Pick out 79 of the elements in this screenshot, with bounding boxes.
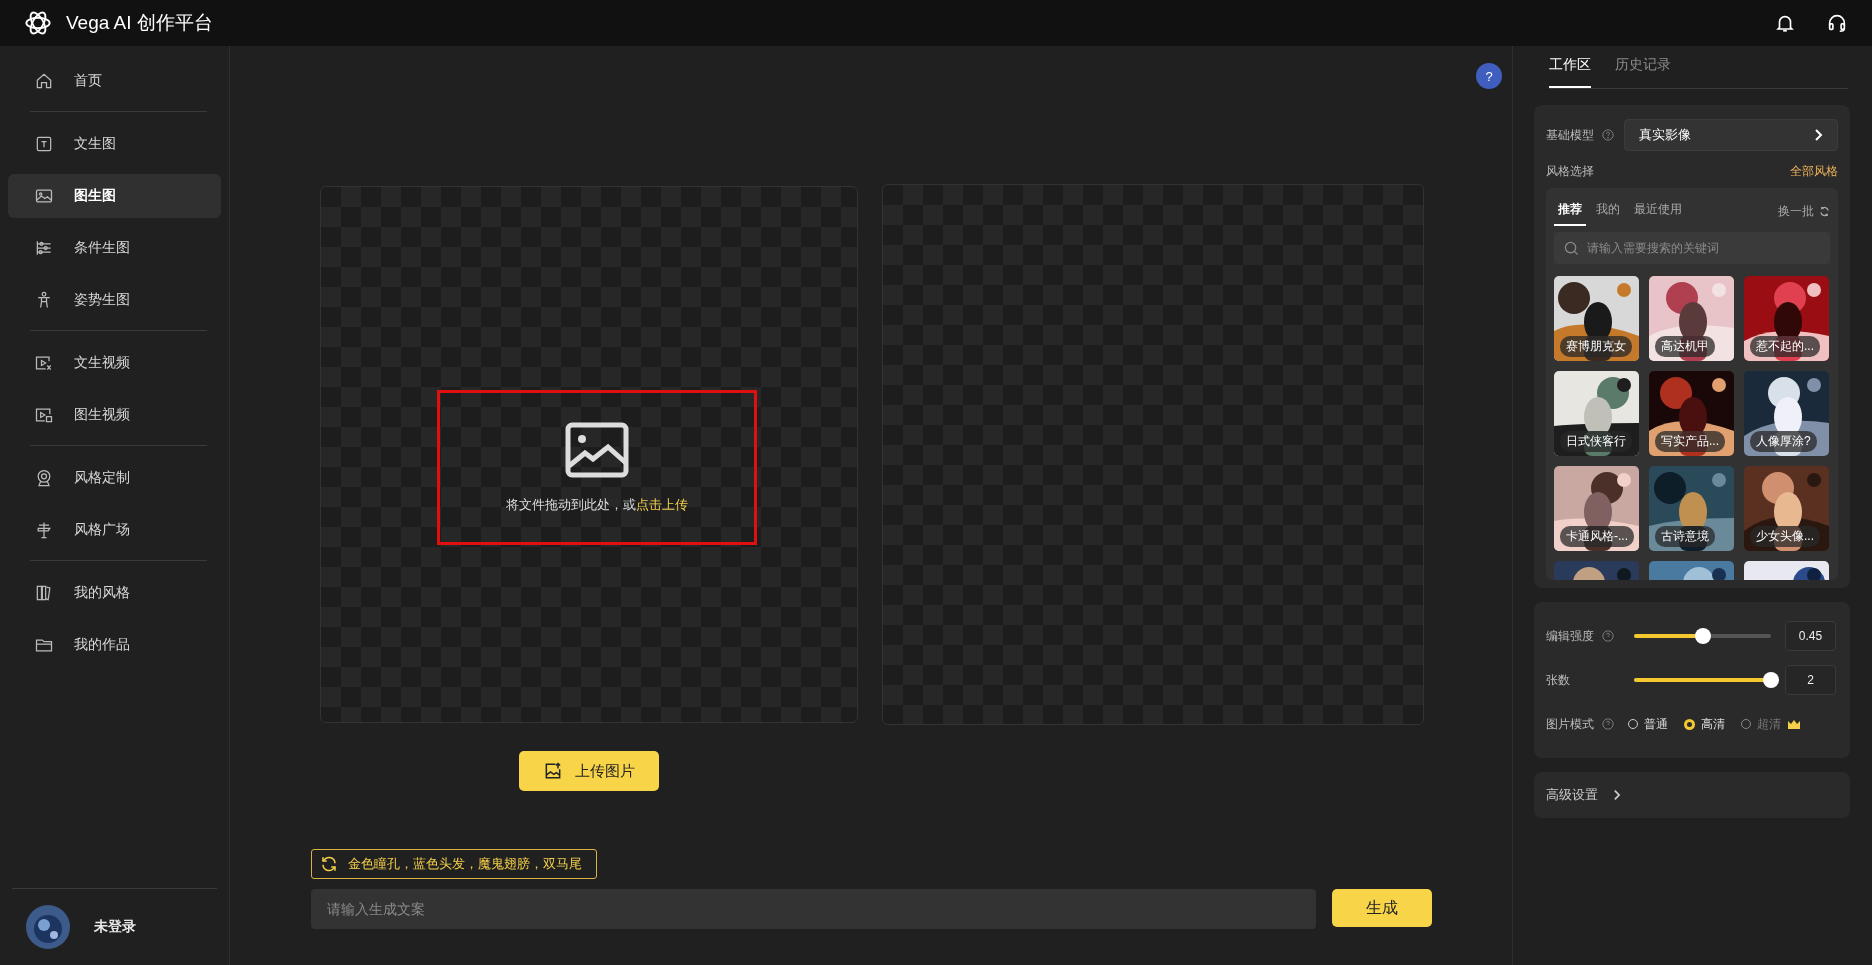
upload-link[interactable]: 点击上传 xyxy=(636,496,688,512)
logo-icon xyxy=(24,9,52,37)
refresh-icon xyxy=(320,855,338,873)
style-label: 赛博朋克女 xyxy=(1560,336,1632,357)
prompt-suggestion[interactable]: 金色瞳孔，蓝色头发，魔鬼翅膀，双马尾 xyxy=(311,849,597,879)
nav-item[interactable]: 图生图 xyxy=(8,174,221,218)
text-square-icon xyxy=(34,134,54,154)
refresh-icon xyxy=(1819,205,1830,217)
model-select[interactable]: 真实影像 xyxy=(1624,119,1838,151)
style-tile[interactable]: 惹不起的... xyxy=(1744,276,1829,361)
nav-item[interactable]: 姿势生图 xyxy=(8,278,221,322)
nav-item[interactable]: 首页 xyxy=(8,59,221,103)
search-icon xyxy=(1564,240,1579,256)
help-icon[interactable] xyxy=(1602,718,1614,730)
style-tile[interactable]: 赛博朋克女 xyxy=(1554,276,1639,361)
refresh-button[interactable]: 换一批 xyxy=(1778,202,1830,220)
crown-icon xyxy=(1787,719,1801,729)
field-label: 图片模式 xyxy=(1546,715,1628,733)
style-tile[interactable]: 卡通风格-... xyxy=(1554,466,1639,551)
help-icon[interactable] xyxy=(1602,630,1614,642)
upload-button[interactable]: 上传图片 xyxy=(519,751,659,791)
style-tile[interactable]: 写实产品... xyxy=(1649,371,1734,456)
style-label: 少女头像... xyxy=(1750,526,1820,547)
chevron-right-icon xyxy=(1813,128,1823,142)
user-name[interactable]: 未登录 xyxy=(94,918,136,936)
radio-option[interactable]: 普通 xyxy=(1628,715,1668,733)
drop-zone[interactable]: 将文件拖动到此处，或点击上传 xyxy=(437,390,757,545)
style-label: 卡通风格-... xyxy=(1560,526,1634,547)
nav-item[interactable]: 文生视频 xyxy=(8,341,221,385)
search-box[interactable]: 请输入需要搜索的关键词 xyxy=(1554,232,1830,264)
value-field[interactable]: 2 xyxy=(1785,665,1836,695)
books-icon xyxy=(34,583,54,603)
style-label: 高达机甲 xyxy=(1655,336,1715,357)
style-label: 日式侠客行 xyxy=(1560,431,1632,452)
help-button[interactable]: ? xyxy=(1476,63,1502,89)
nav-item[interactable]: 文生图 xyxy=(8,122,221,166)
nav-item[interactable]: 条件生图 xyxy=(8,226,221,270)
image-upload-icon xyxy=(543,761,563,781)
advanced-settings[interactable]: 高级设置 xyxy=(1534,772,1850,818)
style-tile[interactable]: 日式侠客行 xyxy=(1554,371,1639,456)
style-label: 惹不起的... xyxy=(1750,336,1820,357)
style-tab[interactable]: 最近使用 xyxy=(1630,196,1686,226)
field-label: 基础模型 xyxy=(1546,126,1594,144)
field-label: 张数 xyxy=(1546,671,1571,689)
panel-tab[interactable]: 历史记录 xyxy=(1615,56,1671,88)
value-field[interactable]: 0.45 xyxy=(1785,621,1836,651)
image-icon xyxy=(565,421,629,478)
nav-item[interactable]: 风格广场 xyxy=(8,508,221,552)
nav-item[interactable]: 风格定制 xyxy=(8,456,221,500)
nav-item[interactable]: 我的风格 xyxy=(8,571,221,615)
style-tile[interactable]: 高达机甲 xyxy=(1649,276,1734,361)
home-icon xyxy=(34,71,54,91)
sliders-icon xyxy=(34,238,54,258)
field-label: 编辑强度 xyxy=(1546,627,1627,645)
field-label: 风格选择 xyxy=(1546,163,1594,180)
style-label: 古诗意境 xyxy=(1655,526,1715,547)
upload-area[interactable]: 将文件拖动到此处，或点击上传 xyxy=(320,186,858,723)
radio-option[interactable]: 高清 xyxy=(1684,715,1725,733)
nav-item[interactable]: 我的作品 xyxy=(8,623,221,667)
style-tab[interactable]: 我的 xyxy=(1592,196,1624,226)
radio-button[interactable] xyxy=(1684,718,1695,730)
style-label: 写实产品... xyxy=(1655,431,1725,452)
style-tile[interactable]: 古诗意境 xyxy=(1649,466,1734,551)
help-icon[interactable] xyxy=(1602,129,1614,141)
avatar[interactable] xyxy=(26,905,70,949)
app-title: Vega AI 创作平台 xyxy=(66,11,213,35)
style-tile[interactable]: 人像厚涂? xyxy=(1744,371,1829,456)
all-styles-link[interactable]: 全部风格 xyxy=(1790,163,1838,180)
style-tab[interactable]: 推荐 xyxy=(1554,196,1586,226)
style-label: 人像厚涂? xyxy=(1750,431,1817,452)
prompt-input[interactable]: 请输入生成文案 xyxy=(311,889,1316,929)
panel-tab[interactable]: 工作区 xyxy=(1549,56,1591,88)
generate-button[interactable]: 生成 xyxy=(1332,889,1432,927)
drop-hint: 将文件拖动到此处，或点击上传 xyxy=(506,495,688,514)
search-field[interactable]: 请输入需要搜索的关键词 xyxy=(1587,241,1820,255)
headset-icon[interactable] xyxy=(1826,12,1848,34)
style-tile[interactable]: 少女头像... xyxy=(1744,466,1829,551)
nav-item[interactable]: 图生视频 xyxy=(8,393,221,437)
chevron-right-icon xyxy=(1612,789,1621,801)
